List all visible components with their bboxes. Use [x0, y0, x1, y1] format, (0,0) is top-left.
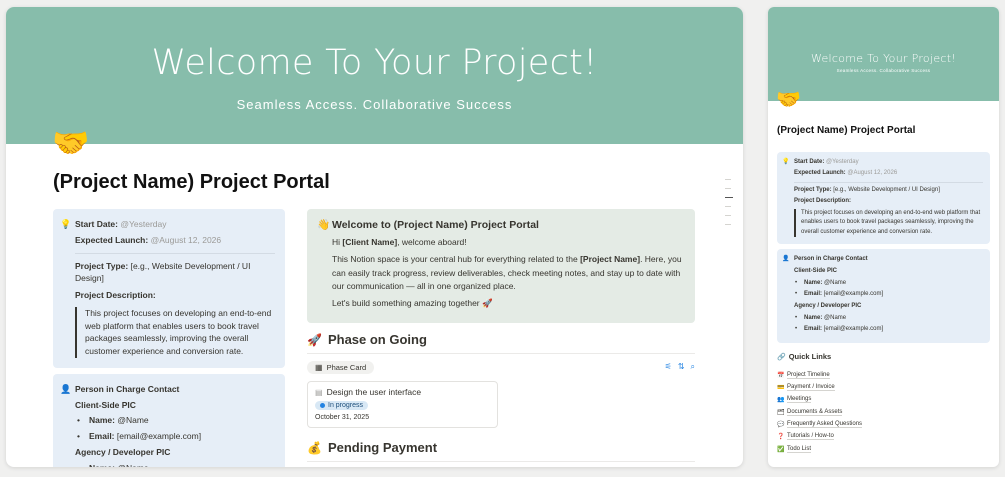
cover-subtitle: Seamless Access. Collaborative Success: [236, 97, 513, 112]
quick-link-todo[interactable]: ✅ Todo List: [777, 443, 990, 455]
lightbulb-icon: 💡: [60, 219, 72, 229]
table-of-contents-indicator[interactable]: [725, 179, 735, 233]
database-view-bar: ▦ Phase Card ⚟ ⇅ ⌕: [307, 359, 695, 375]
launch-value[interactable]: @August 12, 2026: [151, 235, 222, 245]
contact-title: Person in Charge Contact: [75, 383, 180, 394]
side-preview-window: Welcome To Your Project! Seamless Access…: [768, 7, 999, 467]
cover-title: Welcome To Your Project!: [151, 43, 598, 83]
rocket-icon: 🚀: [307, 332, 322, 347]
people-icon: 👥: [777, 397, 785, 404]
quick-link-documents[interactable]: 🗂 Documents & Assets: [777, 406, 990, 418]
list-item: Name: @Name: [77, 462, 275, 468]
quick-link-payment[interactable]: 💳 Payment / Invoice: [777, 381, 990, 393]
quick-link-tutorials[interactable]: ❓ Tutorials / How-to: [777, 431, 990, 443]
project-info-card: 💡 Start Date: @Yesterday Expected Launch…: [777, 152, 990, 245]
person-icon: 👤: [782, 256, 790, 263]
page-title[interactable]: (Project Name) Project Portal: [53, 171, 330, 194]
welcome-callout: 👋 Welcome to (Project Name) Project Port…: [307, 209, 695, 324]
phase-heading: 🚀 Phase on Going: [307, 332, 695, 355]
search-icon[interactable]: ⌕: [691, 362, 695, 372]
main-page-window: Welcome To Your Project! Seamless Access…: [6, 7, 743, 467]
folder-icon: 🗂: [777, 409, 785, 416]
lightbulb-icon: 💡: [782, 159, 790, 165]
description-quote: This project focuses on developing an en…: [75, 306, 275, 358]
pending-payment-heading: 💰 Pending Payment: [307, 440, 695, 463]
list-item: Name: @Name: [795, 314, 983, 324]
speech-bubble-icon: 💬: [777, 421, 785, 428]
list-item: Email: [email@example.com]: [795, 290, 983, 300]
sort-icon[interactable]: ⇅: [678, 362, 685, 372]
client-pic-heading: Client-Side PIC: [75, 399, 136, 410]
description-label: Project Description:: [75, 290, 156, 300]
phase-card-view-tab[interactable]: ▦ Phase Card: [307, 360, 375, 374]
quick-link-project-timeline[interactable]: 📅 Project Timeline: [777, 369, 990, 381]
welcome-closing: Let's build something amazing together 🚀: [332, 297, 493, 308]
waving-hand-icon: 👋: [317, 219, 331, 231]
contact-card: 👤 Person in Charge Contact Client-Side P…: [53, 373, 285, 468]
page-title[interactable]: (Project Name) Project Portal: [777, 125, 915, 136]
list-item: Name: @Name: [795, 279, 983, 289]
handshake-icon[interactable]: 🤝: [52, 129, 89, 159]
project-type-label: Project Type:: [75, 260, 129, 271]
list-item: Name: @Name: [77, 414, 275, 427]
calendar-icon: 📅: [777, 372, 785, 379]
contact-card: 👤 Person in Charge Contact Client-Side P…: [777, 249, 990, 344]
filter-icon[interactable]: ⚟: [665, 362, 672, 372]
welcome-title: Welcome to (Project Name) Project Portal: [332, 219, 539, 231]
phase-card-title: Design the user interface: [326, 387, 422, 398]
cover-banner: Welcome To Your Project! Seamless Access…: [768, 7, 999, 101]
phase-card-date: October 31, 2025: [315, 414, 370, 422]
launch-label: Expected Launch:: [75, 234, 149, 245]
cover-subtitle: Seamless Access. Collaborative Success: [836, 68, 931, 73]
person-icon: 👤: [60, 383, 72, 394]
status-badge: In progress: [315, 401, 369, 411]
left-column: 💡 Start Date: @Yesterday Expected Launch…: [53, 209, 285, 467]
handshake-icon[interactable]: 🤝: [776, 90, 801, 110]
welcome-body: This Notion space is your central hub fo…: [332, 254, 682, 291]
checkbox-icon: ✅: [777, 446, 785, 453]
quick-links-heading: 🔗 Quick Links: [777, 352, 832, 362]
quick-link-meetings[interactable]: 👥 Meetings: [777, 394, 990, 406]
credit-card-icon: 💳: [777, 385, 785, 392]
link-icon: 🔗: [777, 353, 786, 361]
list-item: Email: [email@example.com]: [795, 325, 983, 335]
gallery-icon: ▦: [315, 362, 323, 372]
cover-title: Welcome To Your Project!: [810, 52, 957, 65]
question-mark-icon: ❓: [777, 434, 785, 441]
phase-card[interactable]: ▤ Design the user interface In progress …: [307, 381, 498, 429]
right-column: 👋 Welcome to (Project Name) Project Port…: [307, 209, 695, 463]
start-date-label: Start Date:: [75, 219, 118, 229]
agency-pic-heading: Agency / Developer PIC: [75, 446, 171, 457]
quick-links-list: 📅 Project Timeline 💳 Payment / Invoice 👥 Me…: [777, 369, 990, 455]
project-info-card: 💡 Start Date: @Yesterday Expected Launch…: [53, 209, 285, 368]
page-icon: ▤: [315, 387, 323, 397]
welcome-greeting: Hi [Client Name], welcome aboard!: [332, 237, 467, 248]
money-bag-icon: 💰: [307, 440, 322, 455]
quick-link-faq[interactable]: 💬 Frequently Asked Questions: [777, 418, 990, 430]
start-date-value[interactable]: @Yesterday: [120, 219, 166, 229]
cover-banner: Welcome To Your Project! Seamless Access…: [6, 7, 743, 144]
list-item: Email: [email@example.com]: [77, 430, 275, 443]
